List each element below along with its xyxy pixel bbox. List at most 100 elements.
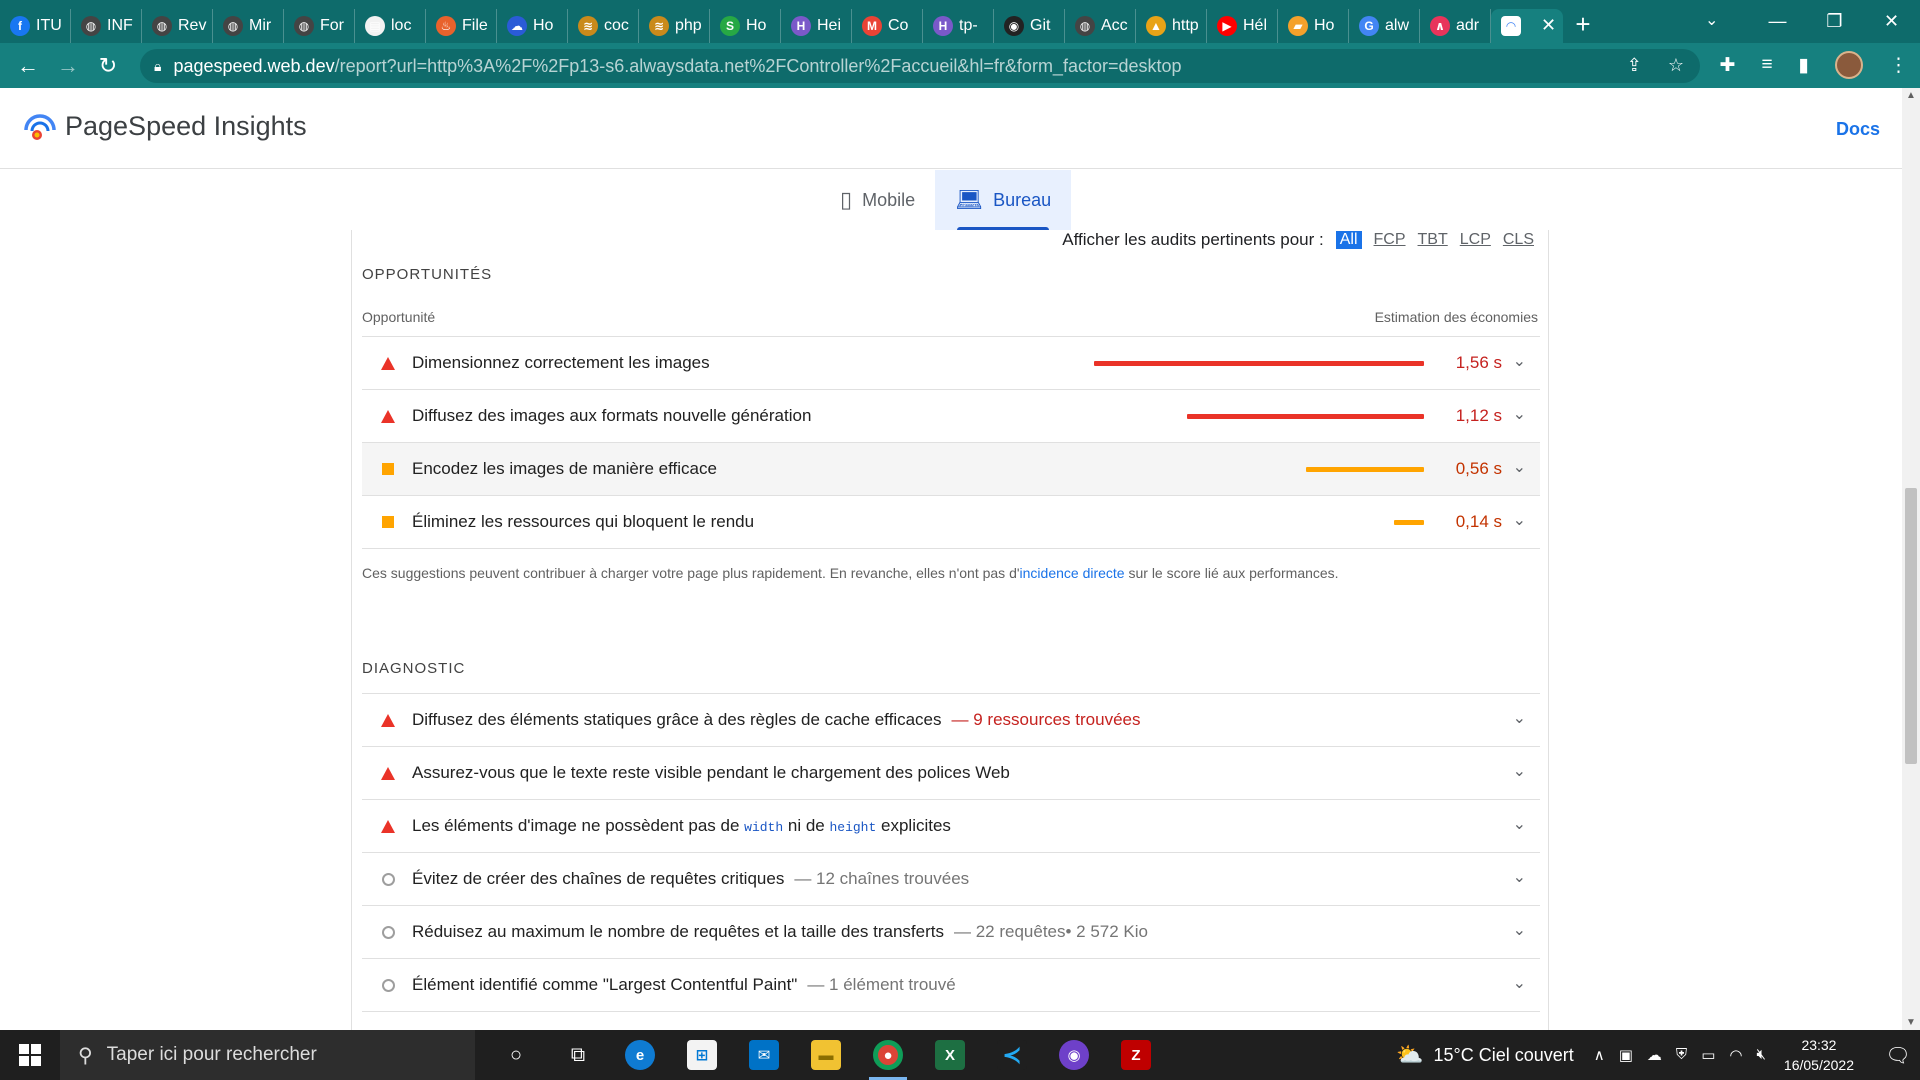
reload-icon[interactable]: ↻ bbox=[88, 53, 128, 79]
profile-avatar[interactable] bbox=[1835, 51, 1863, 79]
browser-tab-active[interactable]: ◠ ✕ bbox=[1491, 8, 1563, 43]
tab-desktop[interactable]: 💻︎ Bureau bbox=[935, 170, 1072, 230]
browser-tab[interactable]: ∧ adr bbox=[1420, 8, 1491, 43]
github-desktop-icon[interactable]: ◉ bbox=[1043, 1030, 1105, 1080]
chevron-down-icon[interactable]: ⌄ bbox=[1513, 708, 1526, 728]
filter-chip-all[interactable]: All bbox=[1335, 231, 1362, 249]
close-tab-icon[interactable]: ✕ bbox=[1541, 15, 1556, 36]
close-window-icon[interactable]: ✕ bbox=[1863, 0, 1920, 43]
notification-center-icon[interactable]: 🗨︎ bbox=[1876, 1043, 1920, 1068]
address-bar[interactable]: 🔒︎ pagespeed.web.dev/report?url=http%3A%… bbox=[140, 49, 1700, 83]
mail-icon[interactable]: ✉ bbox=[733, 1030, 795, 1080]
browser-tab[interactable]: ◍ INF bbox=[71, 8, 142, 43]
chevron-down-icon[interactable]: ⌄ bbox=[1513, 761, 1526, 781]
browser-tab[interactable]: ◍ Mir bbox=[213, 8, 284, 43]
diagnostic-row[interactable]: Réduisez au maximum le nombre de requête… bbox=[362, 905, 1540, 958]
share-icon[interactable]: ⇪ bbox=[1627, 55, 1642, 76]
note-link[interactable]: incidence directe bbox=[1020, 565, 1125, 581]
filter-chip-cls[interactable]: CLS bbox=[1503, 231, 1534, 249]
docs-link[interactable]: Docs bbox=[1836, 119, 1880, 140]
browser-tab[interactable]: ◍ Acc bbox=[1065, 8, 1136, 43]
volume-muted-icon[interactable]: 🔇︎ bbox=[1756, 1046, 1765, 1064]
windows-logo-icon bbox=[19, 1044, 41, 1066]
browser-tab[interactable]: ▶ Hél bbox=[1207, 8, 1278, 43]
device-icon[interactable]: ▣ bbox=[1619, 1046, 1633, 1064]
diagnostic-row[interactable]: Évitez de créer des chaînes de requêtes … bbox=[362, 852, 1540, 905]
opportunity-row[interactable]: Dimensionnez correctement les images 1,56… bbox=[362, 336, 1540, 389]
browser-tab[interactable]: Galw bbox=[1349, 8, 1420, 43]
taskbar-search[interactable]: ⚲ Taper ici pour rechercher bbox=[60, 1030, 475, 1080]
scroll-up-icon[interactable]: ▲ bbox=[1906, 90, 1916, 101]
chevron-down-icon[interactable]: ⌄ bbox=[1513, 510, 1526, 530]
filter-chip-fcp[interactable]: FCP bbox=[1374, 231, 1406, 249]
filter-chip-tbt[interactable]: TBT bbox=[1418, 231, 1448, 249]
chevron-down-icon[interactable]: ⌄ bbox=[1513, 814, 1526, 834]
browser-tab[interactable]: ≋ coc bbox=[568, 8, 639, 43]
average-square-icon bbox=[382, 516, 394, 528]
browser-tab[interactable]: ◍ For bbox=[284, 8, 355, 43]
diagnostic-row[interactable]: Les éléments d'image ne possèdent pas de… bbox=[362, 799, 1540, 852]
diagnostic-row[interactable]: Diffusez des éléments statiques grâce à … bbox=[362, 693, 1540, 746]
opportunity-row[interactable]: Diffusez des images aux formats nouvelle… bbox=[362, 389, 1540, 442]
file-explorer-icon[interactable]: ▬ bbox=[795, 1030, 857, 1080]
wifi-icon[interactable]: ◠ bbox=[1729, 1046, 1742, 1064]
chevron-down-icon[interactable]: ⌄ bbox=[1513, 867, 1526, 887]
browser-tab[interactable]: ▲ http bbox=[1136, 8, 1207, 43]
browser-tab[interactable]: ≋ php bbox=[639, 8, 710, 43]
bookmark-star-icon[interactable]: ☆ bbox=[1668, 55, 1684, 76]
back-icon[interactable]: ← bbox=[8, 53, 48, 79]
chevron-down-icon[interactable]: ⌄ bbox=[1513, 973, 1526, 993]
tab-search-chevron-icon[interactable]: ⌄ bbox=[1705, 10, 1718, 30]
start-button[interactable] bbox=[0, 1044, 60, 1066]
browser-menu-icon[interactable]: ⋮ bbox=[1889, 54, 1908, 77]
browser-tab[interactable]: H Hei bbox=[781, 8, 852, 43]
minimize-icon[interactable]: — bbox=[1749, 0, 1806, 43]
filezilla-icon[interactable]: Z bbox=[1105, 1030, 1167, 1080]
browser-tab[interactable]: ◉ Git bbox=[994, 8, 1065, 43]
diagnostic-row[interactable]: Assurez-vous que le texte reste visible … bbox=[362, 746, 1540, 799]
browser-tab[interactable]: ▰ Ho bbox=[1278, 8, 1349, 43]
filter-chip-lcp[interactable]: LCP bbox=[1460, 231, 1491, 249]
forward-icon[interactable]: → bbox=[48, 53, 88, 79]
security-icon[interactable]: ⛨ bbox=[1676, 1046, 1687, 1064]
browser-tab[interactable]: Htp- bbox=[923, 8, 994, 43]
edge-icon[interactable]: e bbox=[609, 1030, 671, 1080]
browser-tab[interactable]: M Co bbox=[852, 8, 923, 43]
scroll-down-icon[interactable]: ▼ bbox=[1906, 1017, 1916, 1028]
battery-icon[interactable]: ▭ bbox=[1701, 1046, 1715, 1064]
lock-icon[interactable]: 🔒︎ bbox=[154, 58, 161, 75]
chevron-down-icon[interactable]: ⌄ bbox=[1513, 404, 1526, 424]
audit-title: Les éléments d'image ne possèdent pas de… bbox=[412, 816, 951, 836]
chrome-icon[interactable]: ● bbox=[857, 1030, 919, 1080]
cortana-icon[interactable]: ○ bbox=[485, 1030, 547, 1080]
show-hidden-icons-chevron-icon[interactable]: ∧ bbox=[1594, 1046, 1605, 1064]
browser-tab[interactable]: ♨ File bbox=[426, 8, 497, 43]
restore-icon[interactable]: ❐ bbox=[1806, 0, 1863, 43]
store-icon[interactable]: ⊞ bbox=[671, 1030, 733, 1080]
excel-icon[interactable]: X bbox=[919, 1030, 981, 1080]
opportunity-row[interactable]: Encodez les images de manière efficace 0,… bbox=[362, 442, 1540, 495]
browser-tab[interactable]: f ITU bbox=[0, 8, 71, 43]
chevron-down-icon[interactable]: ⌄ bbox=[1513, 457, 1526, 477]
side-panel-icon[interactable]: ▮ bbox=[1799, 54, 1809, 77]
chevron-down-icon[interactable]: ⌄ bbox=[1513, 351, 1526, 371]
taskbar-clock[interactable]: 23:32 16/05/2022 bbox=[1784, 1035, 1854, 1075]
vscode-icon[interactable]: ≺ bbox=[981, 1030, 1043, 1080]
extensions-icon[interactable]: ✚ bbox=[1720, 54, 1736, 77]
task-view-icon[interactable]: ⧉ bbox=[547, 1030, 609, 1080]
browser-tab[interactable]: ◍ Rev bbox=[142, 8, 213, 43]
page-scrollbar[interactable]: ▲ ▼ bbox=[1902, 88, 1920, 1030]
diagnostic-row[interactable]: Élément identifié comme "Largest Content… bbox=[362, 958, 1540, 1011]
laptop-icon: 💻︎ bbox=[955, 187, 984, 212]
browser-tab[interactable]: ▤ loc bbox=[355, 8, 426, 43]
opportunity-row[interactable]: Éliminez les ressources qui bloquent le … bbox=[362, 495, 1540, 548]
browser-tab[interactable]: S Ho bbox=[710, 8, 781, 43]
new-tab-icon[interactable]: + bbox=[1563, 9, 1603, 40]
browser-tab[interactable]: ☁ Ho bbox=[497, 8, 568, 43]
chevron-down-icon[interactable]: ⌄ bbox=[1513, 920, 1526, 940]
tab-mobile[interactable]: ▯ Mobile bbox=[820, 170, 935, 230]
weather-widget[interactable]: ⛅ 15°C Ciel couvert bbox=[1396, 1042, 1574, 1068]
onedrive-cloud-icon[interactable]: ☁ bbox=[1647, 1046, 1662, 1064]
media-controls-icon[interactable]: ≡ bbox=[1761, 54, 1772, 76]
scrollbar-thumb[interactable] bbox=[1905, 488, 1917, 764]
